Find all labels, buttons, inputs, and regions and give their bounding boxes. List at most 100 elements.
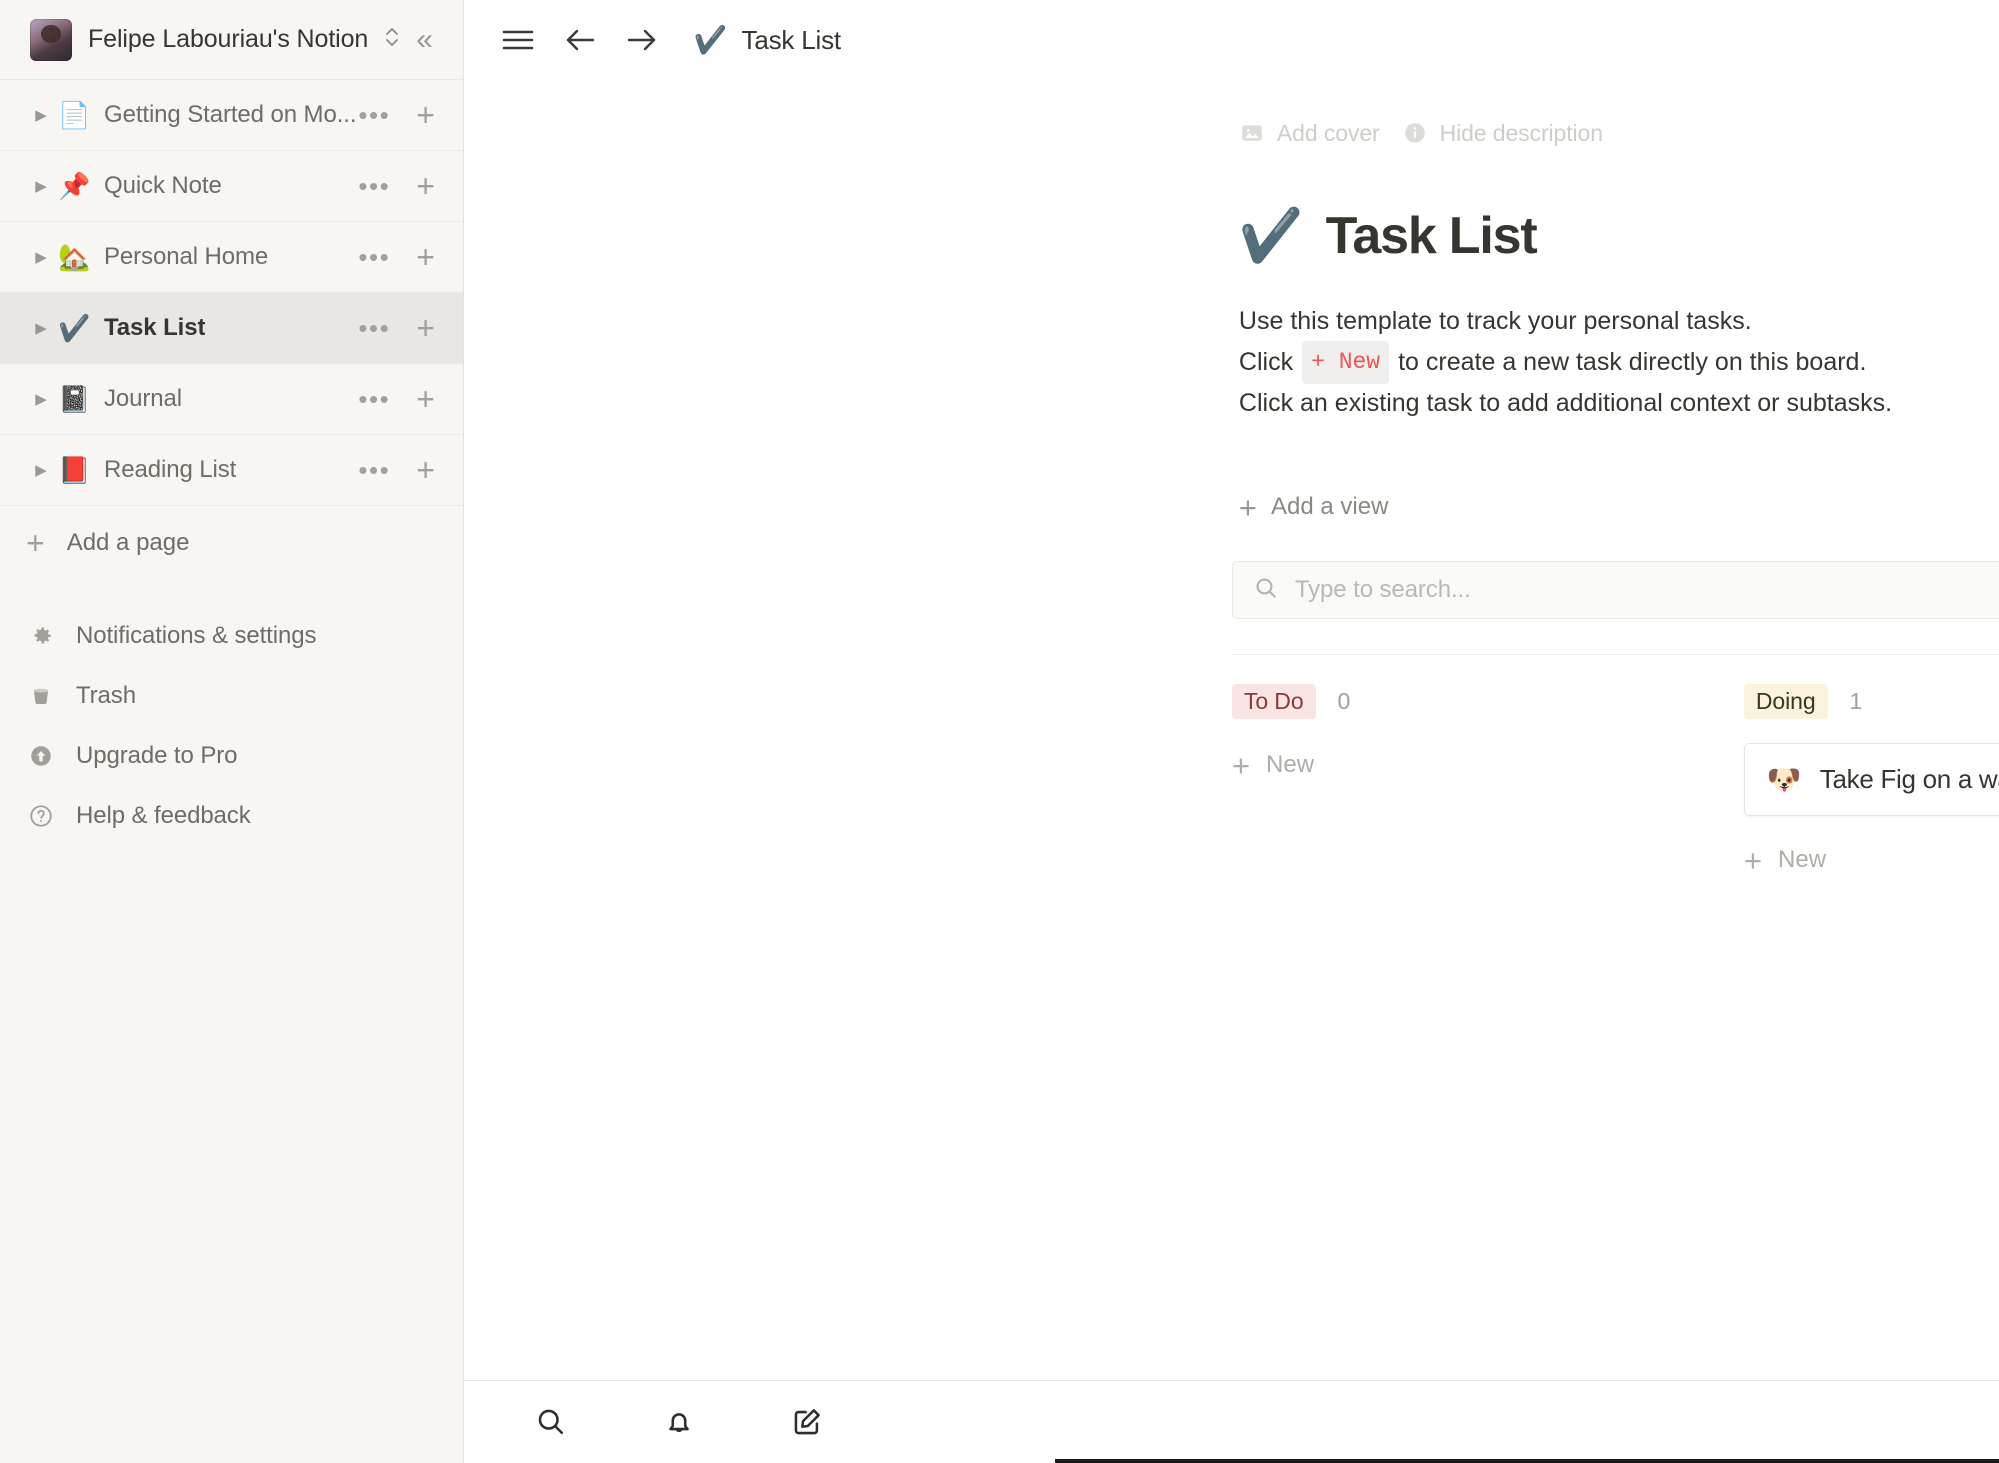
compose-icon[interactable]: [784, 1399, 830, 1445]
hide-description-button[interactable]: Hide description: [1402, 120, 1603, 147]
bottom-left-actions: [500, 1399, 830, 1445]
add-a-page-label: Add a page: [66, 529, 190, 556]
expand-caret-icon[interactable]: ▶: [24, 177, 58, 195]
sidebar-item-label: Task List: [104, 314, 206, 341]
inline-code-new: + New: [1302, 341, 1390, 384]
description-text: Use this template to track your personal…: [1238, 307, 1752, 335]
page-emoji: 🏡: [58, 242, 91, 272]
gear-icon: [26, 623, 56, 649]
more-horizontal-icon[interactable]: •••: [358, 385, 390, 412]
expand-caret-icon[interactable]: ▶: [24, 390, 58, 408]
sidebar-collapse-button[interactable]: «: [416, 24, 435, 55]
description-text: Click an existing task to add additional…: [1238, 389, 1893, 417]
upgrade-arrow-icon: [26, 743, 56, 769]
sidebar-item-getting-started[interactable]: ▶ 📄 Getting Started on Mo... ••• +: [0, 80, 463, 151]
bell-icon[interactable]: [656, 1399, 702, 1445]
workspace-avatar: [30, 18, 72, 61]
expand-caret-icon[interactable]: ▶: [24, 461, 58, 479]
expand-caret-icon[interactable]: ▶: [24, 248, 58, 266]
sidebar-item-personal-home[interactable]: ▶ 🏡 Personal Home ••• +: [0, 222, 463, 293]
page-title-emoji[interactable]: ✔️: [1239, 210, 1304, 262]
notion-app: Felipe Labouriau's Notion « ▶ 📄 Getting …: [0, 0, 1999, 1463]
chevron-updown-icon[interactable]: [384, 24, 400, 55]
arrow-right-icon[interactable]: [614, 12, 670, 68]
sidebar-item-quick-note[interactable]: ▶ 📌 Quick Note ••• +: [0, 151, 463, 222]
add-subpage-icon[interactable]: +: [416, 312, 435, 344]
status-badge[interactable]: To Do: [1231, 683, 1316, 719]
page-title-row: ✔️ Task List: [464, 206, 1999, 266]
more-horizontal-icon[interactable]: •••: [358, 314, 390, 341]
column-new-label: New: [1778, 846, 1827, 873]
sidebar: Felipe Labouriau's Notion « ▶ 📄 Getting …: [0, 0, 464, 1463]
column-new-label: New: [1266, 751, 1315, 778]
status-badge[interactable]: Doing: [1743, 683, 1828, 719]
page-emoji: 📌: [58, 171, 91, 201]
more-horizontal-icon[interactable]: •••: [358, 456, 390, 483]
sidebar-item-label: Personal Home: [104, 243, 269, 270]
task-title: Take Fig on a walk: [1819, 764, 1999, 794]
page-emoji: 📓: [58, 384, 91, 414]
page-emoji: 📄: [58, 100, 91, 130]
info-icon: [1404, 123, 1425, 143]
board-column-to-do: To Do 0 + New: [1231, 681, 1744, 882]
sidebar-item-help-feedback[interactable]: Help & feedback: [0, 786, 463, 846]
plus-icon: +: [26, 525, 45, 561]
sidebar-utility-label: Notifications & settings: [76, 622, 317, 649]
add-subpage-icon[interactable]: +: [416, 241, 435, 273]
search-icon: [1253, 575, 1279, 606]
hide-description-label: Hide description: [1439, 119, 1603, 146]
add-subpage-icon[interactable]: +: [416, 454, 435, 486]
hamburger-menu-icon[interactable]: [490, 12, 546, 68]
search-input[interactable]: Type to search...: [1295, 576, 1471, 604]
sidebar-item-reading-list[interactable]: ▶ 📕 Reading List ••• +: [0, 435, 463, 506]
add-subpage-icon[interactable]: +: [416, 170, 435, 202]
add-subpage-icon[interactable]: +: [416, 99, 435, 131]
sidebar-item-upgrade-to-pro[interactable]: Upgrade to Pro: [0, 726, 463, 786]
column-count: 1: [1849, 687, 1863, 714]
more-horizontal-icon[interactable]: •••: [358, 101, 390, 128]
sidebar-item-label: Getting Started on Mo...: [104, 101, 357, 128]
sidebar-utility-label: Trash: [76, 682, 136, 709]
column-header: Doing 1: [1743, 681, 1999, 721]
row-actions: ••• +: [358, 241, 435, 273]
add-a-view-button[interactable]: + Add a view: [1239, 492, 1389, 523]
add-cover-button[interactable]: Add cover: [1239, 120, 1380, 147]
sidebar-item-task-list[interactable]: ▶ ✔️ Task List ••• +: [0, 293, 463, 364]
add-subpage-icon[interactable]: +: [416, 383, 435, 415]
sidebar-item-label: Journal: [104, 385, 183, 412]
description-line-2: Click + New to create a new task directl…: [1239, 341, 1999, 384]
database-view-bar: + Add a view ••• New: [464, 479, 1999, 535]
add-a-view-label: Add a view: [1271, 493, 1389, 520]
trash-icon: [26, 684, 56, 708]
search-icon[interactable]: [528, 1399, 574, 1445]
page-emoji: ✔️: [58, 313, 91, 343]
workspace-header[interactable]: Felipe Labouriau's Notion «: [0, 0, 463, 80]
search-bar[interactable]: Type to search...: [1231, 561, 1999, 619]
description-line-3: Click an existing task to add additional…: [1239, 384, 1999, 423]
arrow-left-icon[interactable]: [552, 12, 608, 68]
breadcrumb-title: Task List: [741, 24, 842, 55]
expand-caret-icon[interactable]: ▶: [24, 106, 58, 124]
task-card[interactable]: 🐶 Take Fig on a walk: [1743, 743, 1999, 816]
column-new-button[interactable]: + New: [1232, 743, 1744, 787]
sidebar-utility-label: Upgrade to Pro: [76, 742, 238, 769]
breadcrumb[interactable]: ✔️ Task List: [694, 25, 841, 56]
more-horizontal-icon[interactable]: •••: [358, 243, 390, 270]
column-new-button[interactable]: + New: [1744, 838, 1999, 882]
row-actions: ••• +: [358, 383, 435, 415]
row-actions: ••• +: [358, 99, 435, 131]
task-emoji: 🐶: [1766, 763, 1802, 795]
sidebar-item-notifications-settings[interactable]: Notifications & settings: [0, 606, 463, 666]
question-circle-icon: [26, 803, 56, 829]
add-cover-label: Add cover: [1276, 119, 1380, 146]
sidebar-item-journal[interactable]: ▶ 📓 Journal ••• +: [0, 364, 463, 435]
page-title[interactable]: Task List: [1326, 206, 1538, 266]
add-a-page-button[interactable]: + Add a page: [0, 506, 463, 580]
workspace-name: Felipe Labouriau's Notion: [88, 25, 369, 53]
image-icon: [1242, 125, 1262, 141]
page-header-actions: Add cover Hide description: [464, 110, 1999, 156]
sidebar-item-trash[interactable]: Trash: [0, 666, 463, 726]
description-line-1: Use this template to track your personal…: [1239, 302, 1999, 341]
more-horizontal-icon[interactable]: •••: [358, 172, 390, 199]
expand-caret-icon[interactable]: ▶: [24, 319, 58, 337]
